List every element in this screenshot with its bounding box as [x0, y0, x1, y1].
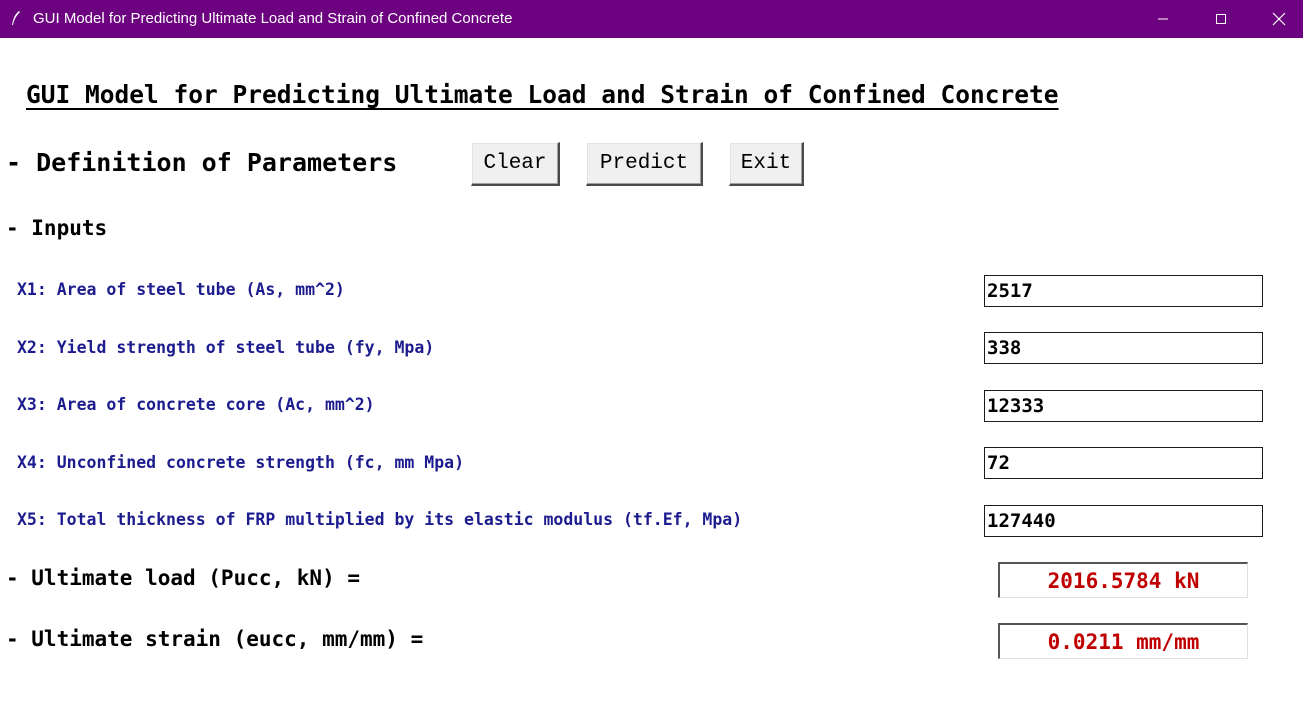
predict-button[interactable]: Predict	[586, 142, 703, 186]
param-label-x5: X5: Total thickness of FRP multiplied by…	[17, 510, 743, 529]
x3-input[interactable]	[984, 390, 1263, 422]
close-icon	[1272, 12, 1286, 26]
minimize-icon	[1158, 18, 1168, 20]
maximize-icon	[1216, 14, 1226, 24]
minimize-button[interactable]	[1134, 0, 1192, 38]
window-title: GUI Model for Predicting Ultimate Load a…	[33, 10, 513, 27]
definition-section-label: - Definition of Parameters	[6, 148, 398, 177]
ultimate-load-output: 2016.5784 kN	[998, 562, 1248, 598]
param-label-x3: X3: Area of concrete core (Ac, mm^2)	[17, 395, 375, 414]
x1-input[interactable]	[984, 275, 1263, 307]
inputs-section-label: - Inputs	[6, 216, 108, 240]
title-bar[interactable]: GUI Model for Predicting Ultimate Load a…	[0, 0, 1303, 38]
feather-icon	[12, 11, 20, 25]
ultimate-strain-output: 0.0211 mm/mm	[998, 623, 1248, 659]
exit-button[interactable]: Exit	[729, 142, 804, 186]
param-label-x4: X4: Unconfined concrete strength (fc, mm…	[17, 453, 465, 472]
clear-button[interactable]: Clear	[471, 142, 560, 186]
ultimate-strain-label: - Ultimate strain (eucc, mm/mm) =	[6, 627, 424, 651]
param-label-x1: X1: Area of steel tube (As, mm^2)	[17, 280, 345, 299]
ultimate-load-label: - Ultimate load (Pucc, kN) =	[6, 566, 361, 590]
maximize-button[interactable]	[1192, 0, 1250, 38]
x2-input[interactable]	[984, 332, 1263, 364]
close-button[interactable]	[1250, 0, 1303, 38]
param-label-x2: X2: Yield strength of steel tube (fy, Mp…	[17, 338, 435, 357]
x4-input[interactable]	[984, 447, 1263, 479]
x5-input[interactable]	[984, 505, 1263, 537]
page-heading: GUI Model for Predicting Ultimate Load a…	[26, 80, 1059, 109]
